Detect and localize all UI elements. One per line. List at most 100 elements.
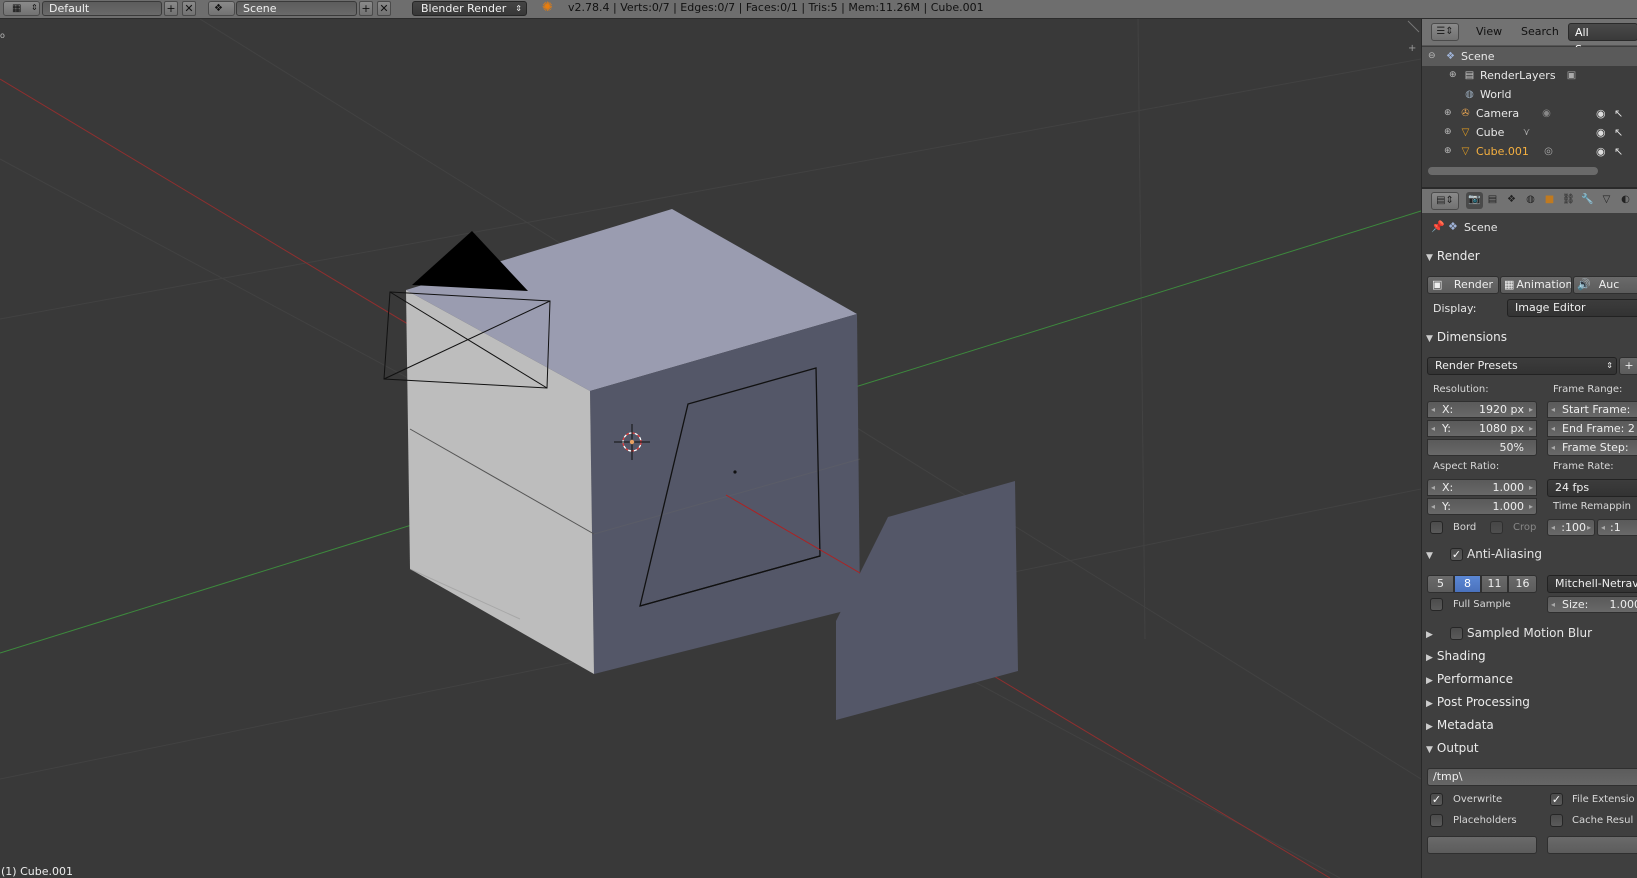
visibility-eye-icon[interactable]: ◉ (1596, 123, 1606, 142)
add-scene-button[interactable]: + (359, 1, 373, 16)
scene-browse-menu[interactable]: ❖ (208, 1, 235, 16)
aa-samples-11[interactable]: 11 (1481, 575, 1508, 593)
scene-field[interactable]: Scene (236, 1, 357, 16)
outliner-view-menu[interactable]: View (1476, 23, 1502, 41)
outliner-row-label: World (1480, 88, 1512, 101)
full-sample-checkbox[interactable] (1430, 598, 1443, 611)
resolution-y-field[interactable]: ◂ Y: 1080 px ▸ (1427, 420, 1537, 437)
metadata-panel-header[interactable]: ▶ Metadata (1426, 715, 1637, 735)
outliner-display-mode-select[interactable]: All Scenes (1568, 23, 1637, 56)
end-frame-field[interactable]: ◂ End Frame: 2 (1547, 420, 1637, 437)
scene-tab-icon[interactable]: ❖ (1503, 192, 1520, 209)
material-tab-icon[interactable]: ◐ (1617, 192, 1634, 209)
arrow-left-icon: ◂ (1551, 523, 1556, 532)
delete-layout-button[interactable]: ✕ (182, 1, 196, 16)
shading-panel-header[interactable]: ▶ Shading (1426, 646, 1637, 666)
file-extensions-checkbox[interactable]: ✓ (1550, 793, 1563, 806)
outliner-row-scene[interactable]: ⊖ ❖ Scene (1422, 47, 1637, 66)
material-icon: ◎ (1544, 146, 1553, 157)
frame-step-field[interactable]: ◂ Frame Step: (1547, 439, 1637, 456)
object-tab-icon[interactable]: ■ (1541, 192, 1558, 209)
placeholders-checkbox[interactable] (1430, 814, 1443, 827)
outliner-row-renderlayers[interactable]: ⊕ ▤ RenderLayers ▣ (1422, 66, 1637, 85)
anti-aliasing-checkbox[interactable]: ✓ (1450, 548, 1463, 561)
aa-samples-16[interactable]: 16 (1508, 575, 1537, 593)
world-tab-icon[interactable]: ◍ (1522, 192, 1539, 209)
outliner-row-cube[interactable]: ⊕ ▽ Cube ⋎ ◉ ↖ (1422, 123, 1637, 142)
expand-icon[interactable]: ⊕ (1444, 142, 1452, 161)
selectable-cursor-icon[interactable]: ↖ (1614, 104, 1623, 123)
expand-icon[interactable]: ⊕ (1449, 66, 1457, 85)
visibility-eye-icon[interactable]: ◉ (1596, 142, 1606, 161)
properties-header: ▤⇕ 📷 ▤ ❖ ◍ ■ ⛓ 🔧 ▽ ◐ (1422, 189, 1637, 213)
editor-type-menu[interactable]: ▦ ⇕ (3, 1, 40, 16)
aa-samples-8[interactable]: 8 (1454, 575, 1481, 593)
aa-filter-size-field[interactable]: ◂ Size: 1.000 (1547, 596, 1637, 613)
add-layout-button[interactable]: + (164, 1, 178, 16)
pin-icon[interactable]: 📌 (1431, 220, 1445, 233)
resolution-x-field[interactable]: ◂ X: 1920 px ▸ (1427, 401, 1537, 418)
resolution-percentage-slider[interactable]: 50% (1427, 439, 1537, 456)
time-remap-old-field[interactable]: ◂ :100 ▸ (1547, 519, 1595, 536)
selectable-cursor-icon[interactable]: ↖ (1614, 123, 1623, 142)
output-path-field[interactable]: /tmp\ (1427, 768, 1637, 786)
aspect-x-field[interactable]: ◂ X: 1.000 ▸ (1427, 479, 1537, 496)
selectable-cursor-icon[interactable]: ↖ (1614, 142, 1623, 161)
display-mode-select[interactable]: Image Editor (1507, 299, 1637, 317)
color-mode-select[interactable] (1547, 836, 1637, 854)
collapse-icon[interactable]: ⊖ (1428, 47, 1436, 66)
resolution-label: Resolution: (1433, 384, 1489, 395)
expand-icon[interactable]: ⊕ (1444, 104, 1452, 123)
render-animation-button[interactable]: ▦ Animation (1500, 276, 1572, 294)
field-value: 50% (1499, 441, 1524, 454)
overwrite-checkbox[interactable]: ✓ (1430, 793, 1443, 806)
panel-title: Performance (1436, 672, 1513, 686)
file-format-select[interactable] (1427, 836, 1537, 854)
crop-checkbox[interactable] (1490, 521, 1503, 534)
arrow-left-icon: ◂ (1431, 424, 1436, 433)
modifiers-tab-icon[interactable]: 🔧 (1579, 192, 1596, 209)
render-panel-header[interactable]: ▼ Render (1426, 246, 1637, 266)
time-remap-new-field[interactable]: ◂ :1 (1597, 519, 1637, 536)
cache-result-checkbox[interactable] (1550, 814, 1563, 827)
scene-icon: ❖ (1448, 220, 1458, 233)
area-corner-icon[interactable] (1407, 20, 1420, 33)
add-preset-button[interactable]: + (1619, 357, 1637, 375)
frame-rate-select[interactable]: 24 fps (1547, 479, 1637, 497)
render-engine-select[interactable]: Blender Render ⇕ (412, 1, 527, 16)
render-audio-button[interactable]: 🔊 Auc (1573, 276, 1637, 294)
aa-samples-5[interactable]: 5 (1427, 575, 1454, 593)
delete-scene-button[interactable]: ✕ (377, 1, 391, 16)
viewport-scene[interactable]: + (0, 19, 1421, 878)
render-tab-icon[interactable]: 📷 (1466, 192, 1483, 209)
expand-icon[interactable]: ⊕ (1444, 123, 1452, 142)
toolshelf-toggle-icon[interactable]: + (1408, 43, 1416, 54)
outliner-search-menu[interactable]: Search (1521, 23, 1559, 41)
constraints-tab-icon[interactable]: ⛓ (1560, 192, 1577, 209)
outliner-row-label: Camera (1476, 107, 1520, 120)
outliner-editor-type-menu[interactable]: ☰⇕ (1431, 23, 1459, 41)
start-frame-field[interactable]: ◂ Start Frame: (1547, 401, 1637, 418)
screen-layout-field[interactable]: Default (42, 1, 162, 16)
outliner-row-cube-001[interactable]: ⊕ ▽ Cube.001 ◎ ◉ ↖ (1422, 142, 1637, 161)
outliner-horizontal-scrollbar[interactable] (1428, 167, 1598, 175)
render-presets-select[interactable]: Render Presets ⇕ (1427, 357, 1617, 375)
data-tab-icon[interactable]: ▽ (1598, 192, 1615, 209)
performance-panel-header[interactable]: ▶ Performance (1426, 669, 1637, 689)
chevron-updown-icon: ⇕ (1606, 361, 1613, 370)
field-label: Start Frame: (1562, 403, 1631, 416)
outliner-row-world[interactable]: ◍ World (1422, 85, 1637, 104)
output-panel-header[interactable]: ▼ Output (1426, 738, 1637, 758)
outliner-row-camera[interactable]: ⊕ ✇ Camera ◉ ◉ ↖ (1422, 104, 1637, 123)
properties-editor-type-menu[interactable]: ▤⇕ (1431, 192, 1459, 210)
aa-filter-select[interactable]: Mitchell-Netrav (1547, 575, 1637, 593)
render-image-button[interactable]: ▣ Render (1427, 276, 1499, 294)
3d-viewport[interactable]: o + (1) Cube.001 (0, 19, 1421, 878)
dimensions-panel-header[interactable]: ▼ Dimensions (1426, 327, 1637, 347)
motion-blur-checkbox[interactable] (1450, 627, 1463, 640)
aspect-y-field[interactable]: ◂ Y: 1.000 ▸ (1427, 498, 1537, 515)
border-checkbox[interactable] (1430, 521, 1443, 534)
visibility-eye-icon[interactable]: ◉ (1596, 104, 1606, 123)
post-processing-panel-header[interactable]: ▶ Post Processing (1426, 692, 1637, 712)
render-layers-tab-icon[interactable]: ▤ (1484, 192, 1501, 209)
